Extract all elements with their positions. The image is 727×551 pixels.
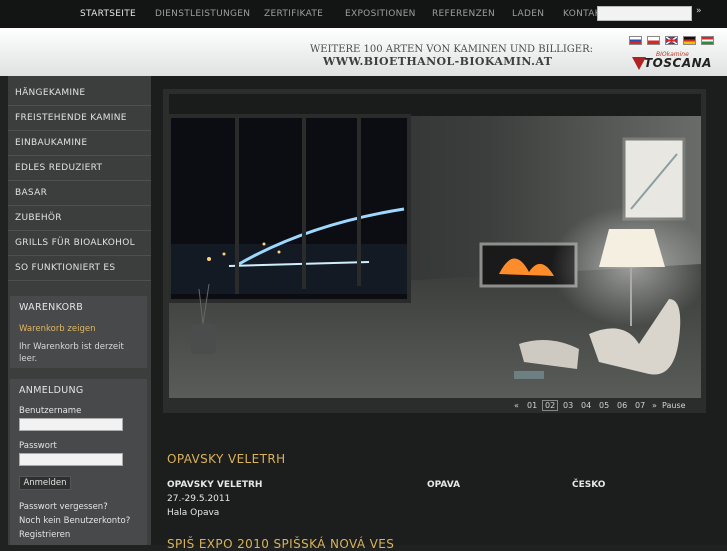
login-title: ANMELDUNG xyxy=(19,385,84,396)
event-heading-2: SPIŠ EXPO 2010 SPIŠSKÁ NOVÁ VES xyxy=(167,537,395,551)
nav-dienstleistungen[interactable]: DIENSTLEISTUNGEN xyxy=(155,9,250,19)
slider-pause-button[interactable]: Pause xyxy=(662,401,686,410)
logo-name: TOSCANA xyxy=(644,56,712,70)
password-field[interactable] xyxy=(19,453,123,466)
username-field[interactable] xyxy=(19,418,123,431)
slider-page-05[interactable]: 05 xyxy=(599,401,609,410)
flag-sk-icon[interactable] xyxy=(629,36,642,45)
header-url-link[interactable]: WWW.BIOETHANOL-BIOKAMIN.AT xyxy=(323,55,552,68)
nav-referenzen[interactable]: REFERENZEN xyxy=(432,9,495,19)
top-navigation: STARTSEITE DIENSTLEISTUNGEN ZERTIFIKATE … xyxy=(0,0,727,28)
slider-page-02[interactable]: 02 xyxy=(542,400,559,411)
cart-empty-text: Ihr Warenkorb ist derzeit leer. xyxy=(19,342,124,364)
nav-laden[interactable]: LADEN xyxy=(512,9,544,19)
event-heading: OPAVSKY VELETRH xyxy=(167,452,286,466)
sidebar-item-grills[interactable]: GRILLS FÜR BIOALKOHOL xyxy=(8,231,151,256)
search-input[interactable] xyxy=(597,6,692,21)
sidebar-item-so-funktioniert-es[interactable]: SO FUNKTIONIERT ES xyxy=(8,256,151,281)
toscana-logo[interactable]: BIOkamine TOSCANA xyxy=(632,51,712,73)
slider-page-07[interactable]: 07 xyxy=(635,401,645,410)
cart-box: WARENKORB Warenkorb zeigen Ihr Warenkorb… xyxy=(10,296,147,368)
sidebar-item-basar[interactable]: BASAR xyxy=(8,181,151,206)
register-link[interactable]: Registrieren xyxy=(19,530,70,540)
cart-show-link[interactable]: Warenkorb zeigen xyxy=(19,323,134,335)
slider-next-button[interactable]: » xyxy=(652,401,657,410)
flag-uk-icon[interactable] xyxy=(665,36,678,45)
slider-page-01[interactable]: 01 xyxy=(527,401,537,410)
flag-hu-icon[interactable] xyxy=(701,36,714,45)
password-label: Passwort xyxy=(19,441,57,451)
header-tagline: WEITERE 100 ARTEN VON KAMINEN UND BILLIG… xyxy=(310,44,593,55)
slider-prev-button[interactable]: « xyxy=(514,401,519,410)
slideshow-image xyxy=(169,94,701,398)
slider-page-04[interactable]: 04 xyxy=(581,401,591,410)
username-label: Benutzername xyxy=(19,406,82,416)
slider-page-03[interactable]: 03 xyxy=(563,401,573,410)
cart-title: WARENKORB xyxy=(19,302,84,313)
nav-expositionen[interactable]: EXPOSITIONEN xyxy=(345,9,416,19)
login-button[interactable]: Anmelden xyxy=(19,476,71,490)
sidebar-item-edles-reduziert[interactable]: EDLES REDUZIERT xyxy=(8,156,151,181)
event-city: OPAVA xyxy=(427,480,461,490)
event-name: OPAVSKY VELETRH xyxy=(167,480,263,490)
sidebar-item-zubehoer[interactable]: ZUBEHÖR xyxy=(8,206,151,231)
sidebar-item-haengekamine[interactable]: HÄNGEKAMINE xyxy=(8,81,151,106)
nav-startseite[interactable]: STARTSEITE xyxy=(80,9,136,19)
flag-cz-icon[interactable] xyxy=(647,36,660,45)
forgot-password-link[interactable]: Passwort vergessen? xyxy=(19,502,108,512)
search-button[interactable]: » xyxy=(696,6,702,16)
flag-de-icon[interactable] xyxy=(683,36,696,45)
sidebar-item-einbaukamine[interactable]: EINBAUKAMINE xyxy=(8,131,151,156)
nav-zertifikate[interactable]: ZERTIFIKATE xyxy=(264,9,323,19)
sidebar-item-freistehende-kamine[interactable]: FREISTEHENDE KAMINE xyxy=(8,106,151,131)
slider-page-06[interactable]: 06 xyxy=(617,401,627,410)
no-account-text: Noch kein Benutzerkonto? xyxy=(19,516,131,526)
event-venue: Hala Opava xyxy=(167,508,220,518)
event-country: ČESKO xyxy=(572,480,606,490)
event-date: 27.-29.5.2011 xyxy=(167,494,231,504)
